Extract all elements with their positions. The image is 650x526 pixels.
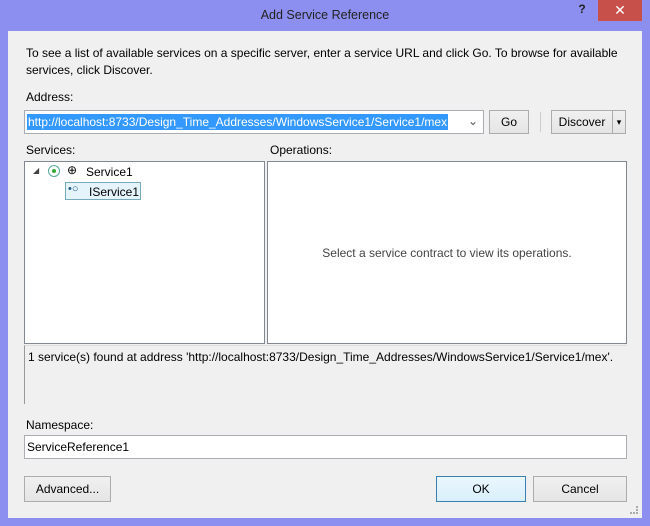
status-panel: 1 service(s) found at address 'http://lo… [24,345,627,404]
help-button[interactable]: ? [572,2,592,22]
services-label: Services: [26,143,76,157]
cancel-button[interactable]: Cancel [533,476,627,502]
services-tree[interactable]: ◢ ⊕ Service1 •○ IService1 [24,161,265,344]
resize-grip-icon[interactable] [630,506,638,514]
tree-item-label: IService1 [89,185,140,199]
chevron-down-icon[interactable]: ⌄ [468,114,478,128]
expand-icon[interactable]: ◢ [33,166,39,175]
description-text: To see a list of available services on a… [26,46,618,77]
address-input[interactable]: http://localhost:8733/Design_Time_Addres… [27,114,449,130]
separator [540,112,541,132]
status-text: 1 service(s) found at address 'http://lo… [28,350,614,364]
discover-button[interactable]: Discover [551,110,613,134]
address-combobox[interactable]: http://localhost:8733/Design_Time_Addres… [24,110,484,134]
close-button[interactable]: ✕ [598,0,642,21]
operations-label: Operations: [270,143,333,157]
namespace-input[interactable]: ServiceReference1 [24,435,627,459]
namespace-label: Namespace: [26,418,94,432]
tree-item-iservice1[interactable]: •○ IService1 [65,182,141,200]
operations-list[interactable]: Select a service contract to view its op… [267,161,627,344]
discover-dropdown-button[interactable]: ▾ [612,110,626,134]
globe-icon: ⊕ [67,163,78,177]
service-radio-icon [48,165,60,177]
interface-icon: •○ [68,183,79,195]
advanced-button[interactable]: Advanced... [24,476,111,502]
namespace-value: ServiceReference1 [27,440,130,454]
address-label: Address: [26,90,74,104]
operations-placeholder: Select a service contract to view its op… [322,246,572,260]
window-title: Add Service Reference [260,8,390,22]
tree-item-service1[interactable]: Service1 [86,165,133,179]
go-button[interactable]: Go [489,110,529,134]
ok-button[interactable]: OK [436,476,526,502]
